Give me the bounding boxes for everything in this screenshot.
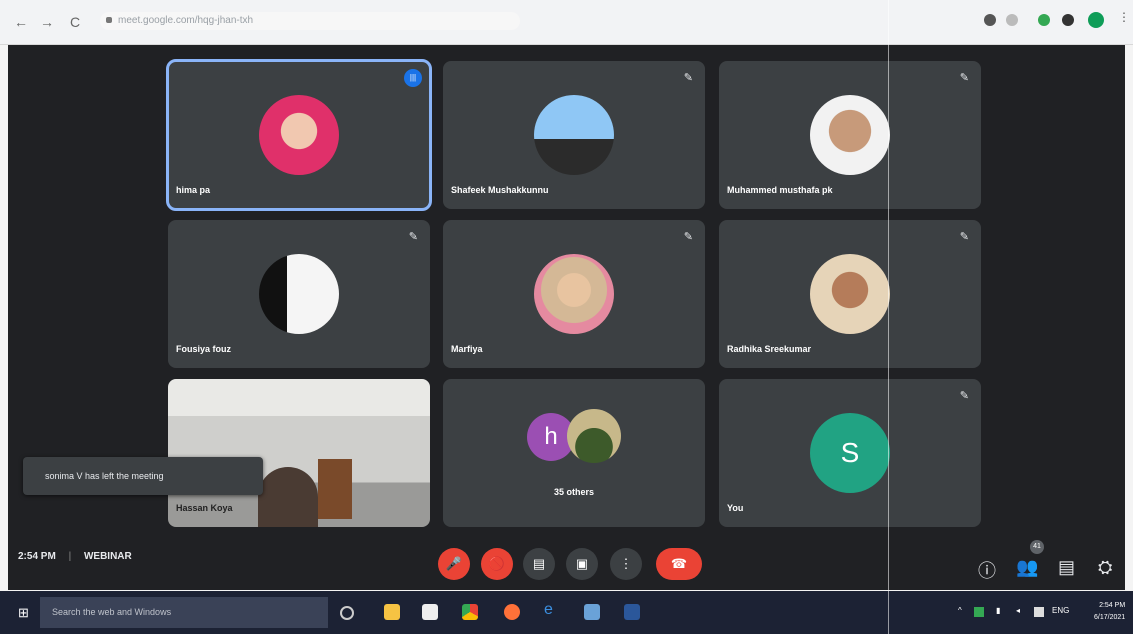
others-tile[interactable]: h 35 others <box>443 379 705 527</box>
participant-name: Shafeek Mushakkunnu <box>451 185 549 195</box>
participant-tile[interactable]: ||| hima pa <box>166 59 432 211</box>
separator: | <box>68 551 72 562</box>
meeting-stage: ||| hima pa ✎ Shafeek Mushakkunnu ✎ Muha… <box>8 45 1125 590</box>
photos-icon[interactable] <box>584 604 600 620</box>
word-icon[interactable] <box>624 604 640 620</box>
volume-icon[interactable]: ◂ <box>1016 606 1020 615</box>
menu-icon[interactable]: ⋮ <box>1118 10 1130 24</box>
participant-count-badge: 41 <box>1030 540 1044 554</box>
participant-video-tile[interactable]: Hassan Koya <box>168 379 430 527</box>
address-bar[interactable]: meet.google.com/hqg-jhan-txh <box>100 12 520 30</box>
camera-ext-icon[interactable] <box>984 14 996 26</box>
clock-date: 6/17/2021 <box>1094 614 1126 621</box>
back-icon[interactable]: ← <box>14 14 28 30</box>
avatar <box>810 254 890 334</box>
mic-off-icon: ✎ <box>959 72 969 84</box>
others-count: 35 others <box>553 487 595 497</box>
clock-time: 2:54 PM <box>1099 602 1126 609</box>
star-icon[interactable] <box>1006 14 1018 26</box>
speaking-indicator-icon: ||| <box>404 69 422 87</box>
notification-icon[interactable] <box>1034 607 1044 617</box>
self-tile[interactable]: S ✎ You <box>719 379 981 527</box>
participant-tile[interactable]: ✎ Fousiya fouz <box>168 220 430 368</box>
chat-icon[interactable]: ▤ <box>1058 557 1075 578</box>
participant-tile[interactable]: ✎ Marfiya <box>443 220 705 368</box>
activities-icon[interactable]: ⛭ <box>1098 557 1112 578</box>
participant-tile[interactable]: ✎ Radhika Sreekumar <box>719 220 981 368</box>
meeting-title: WEBINAR <box>83 551 132 562</box>
lock-icon <box>106 17 112 23</box>
avatar <box>534 254 614 334</box>
mic-off-icon: ✎ <box>959 231 969 243</box>
edge-icon[interactable]: e <box>544 601 560 618</box>
meeting-time: 2:54 PM <box>18 551 56 562</box>
photo-crease <box>888 0 889 634</box>
avatar <box>259 254 339 334</box>
tray-chevron-icon[interactable]: ^ <box>958 606 962 615</box>
windows-taskbar: ⊞ Search the web and Windows e ^ ▮ ◂ ENG… <box>0 591 1133 634</box>
info-icon[interactable]: ⓘ <box>978 557 996 583</box>
profile-avatar[interactable] <box>1088 12 1104 28</box>
participant-name: hima pa <box>176 185 211 195</box>
mic-toggle-button[interactable]: 🎤 <box>438 548 470 580</box>
task-view-icon[interactable] <box>340 606 354 620</box>
avatar <box>259 95 339 175</box>
leave-call-button[interactable]: ☎ <box>656 548 702 580</box>
participant-name: Hassan Koya <box>176 503 233 513</box>
participant-name: Fousiya fouz <box>176 344 232 354</box>
people-icon[interactable]: 👥 <box>1016 557 1038 578</box>
browser-toolbar: ← → C meet.google.com/hqg-jhan-txh ⋮ <box>0 0 1133 45</box>
file-explorer-icon[interactable] <box>384 604 400 620</box>
participant-tile[interactable]: ✎ Muhammed musthafa pk <box>719 61 981 209</box>
taskbar-search-input[interactable]: Search the web and Windows <box>40 597 328 628</box>
captions-button[interactable]: ▤ <box>523 548 555 580</box>
participant-name: Muhammed musthafa pk <box>727 185 833 195</box>
language-indicator[interactable]: ENG <box>1052 606 1069 615</box>
more-options-button[interactable]: ⋮ <box>610 548 642 580</box>
url-text: meet.google.com/hqg-jhan-txh <box>118 15 254 26</box>
taskbar-clock[interactable]: 2:54 PM 6/17/2021 <box>1094 600 1125 624</box>
door-shape <box>318 459 352 519</box>
windows-start-icon[interactable]: ⊞ <box>18 605 29 621</box>
avatar <box>567 409 621 463</box>
avatar: S <box>810 413 890 493</box>
mic-off-icon: ✎ <box>683 72 693 84</box>
camera-toggle-button[interactable]: 🚫 <box>481 548 513 580</box>
chrome-icon[interactable] <box>462 604 478 620</box>
mic-off-icon: ✎ <box>959 390 969 402</box>
mic-off-icon: ✎ <box>683 231 693 243</box>
reload-icon[interactable]: C <box>70 14 80 30</box>
avatar <box>810 95 890 175</box>
forward-icon[interactable]: → <box>40 14 54 30</box>
extension-icon[interactable] <box>1038 14 1050 26</box>
puzzle-icon[interactable] <box>1062 14 1074 26</box>
participant-tile[interactable]: ✎ Shafeek Mushakkunnu <box>443 61 705 209</box>
participant-name: You <box>727 503 744 513</box>
tray-app-icon[interactable] <box>974 607 984 617</box>
participant-name: Radhika Sreekumar <box>727 344 812 354</box>
participant-video <box>258 467 318 527</box>
participant-name: Marfiya <box>451 344 483 354</box>
meeting-info: 2:54 PM | WEBINAR <box>18 551 132 562</box>
present-button[interactable]: ▣ <box>566 548 598 580</box>
avatar <box>534 95 614 175</box>
store-icon[interactable] <box>422 604 438 620</box>
mic-off-icon: ✎ <box>408 231 418 243</box>
left-meeting-toast: sonima V has left the meeting <box>23 457 263 495</box>
network-icon[interactable]: ▮ <box>996 606 1000 615</box>
firefox-icon[interactable] <box>504 604 520 620</box>
